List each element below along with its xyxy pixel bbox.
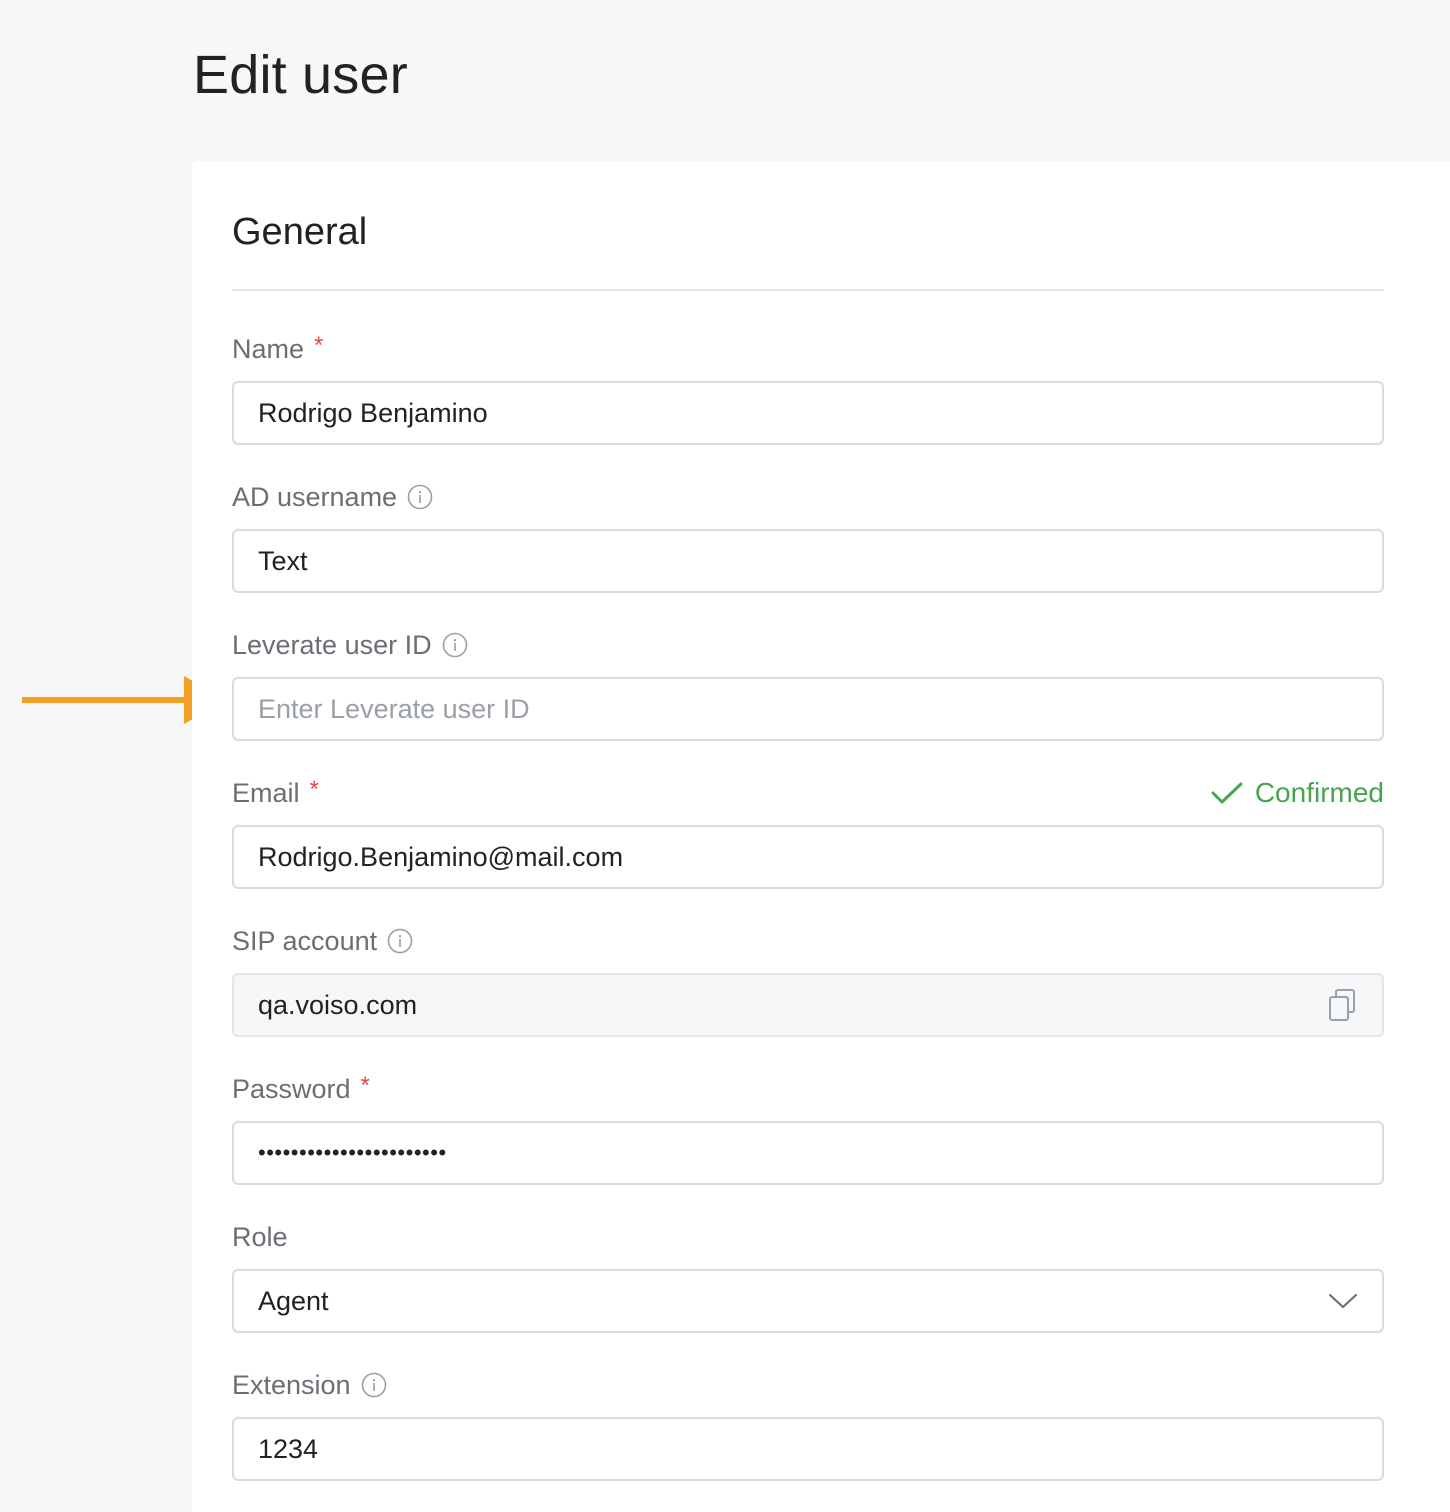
ad-username-label-row: AD username (232, 477, 1384, 517)
role-label-row: Role (232, 1217, 1384, 1257)
extension-field-group: Extension 1234 (232, 1365, 1384, 1481)
leverate-id-label-row: Leverate user ID (232, 625, 1384, 665)
sip-account-label: SIP account (232, 925, 378, 956)
password-input[interactable]: ••••••••••••••••••••••• (232, 1121, 1384, 1185)
name-field-group: Name * Rodrigo Benjamino (232, 329, 1384, 445)
section-title: General (232, 211, 368, 253)
ad-username-input[interactable]: Text (232, 529, 1384, 593)
required-marker: * (360, 1072, 370, 1099)
email-label: Email (232, 777, 300, 808)
leverate-id-label: Leverate user ID (232, 629, 432, 660)
info-icon[interactable] (407, 484, 433, 510)
general-card: General Name * Rodrigo Benjamino AD user… (192, 161, 1450, 1512)
extension-label: Extension (232, 1369, 351, 1400)
email-field-group: Email * Confirmed Rodrigo.Benjamino@mail… (232, 773, 1384, 889)
sip-account-label-row: SIP account (232, 921, 1384, 961)
info-icon[interactable] (442, 632, 468, 658)
leverate-id-field-group: Leverate user ID Enter Leverate user ID (232, 625, 1384, 741)
chevron-down-icon (1328, 1293, 1358, 1309)
extension-input-value: 1234 (258, 1433, 319, 1464)
extension-input[interactable]: 1234 (232, 1417, 1384, 1481)
password-label-row: Password * (232, 1069, 1384, 1109)
leverate-id-input[interactable]: Enter Leverate user ID (232, 677, 1384, 741)
role-selected-value: Agent (258, 1285, 329, 1316)
page-title: Edit user (193, 45, 408, 105)
check-icon (1211, 782, 1243, 804)
copy-icon (1329, 989, 1355, 1021)
name-label: Name (232, 333, 305, 364)
sip-account-value: qa.voiso.com (258, 989, 418, 1020)
leverate-id-placeholder: Enter Leverate user ID (258, 693, 530, 724)
role-label: Role (232, 1221, 288, 1252)
name-input[interactable]: Rodrigo Benjamino (232, 381, 1384, 445)
extension-label-row: Extension (232, 1365, 1384, 1405)
email-label-row: Email * Confirmed (232, 773, 1384, 813)
password-label: Password (232, 1073, 351, 1104)
sip-account-field-group: SIP account qa.voiso.com (232, 921, 1384, 1037)
email-status-text: Confirmed (1254, 777, 1384, 808)
required-marker: * (309, 776, 319, 803)
copy-button[interactable] (1328, 988, 1358, 1022)
info-icon[interactable] (387, 928, 413, 954)
email-input[interactable]: Rodrigo.Benjamino@mail.com (232, 825, 1384, 889)
password-masked-value: ••••••••••••••••••••••• (258, 1140, 447, 1165)
name-label-row: Name * (232, 329, 1384, 369)
password-field-group: Password * ••••••••••••••••••••••• (232, 1069, 1384, 1185)
role-dropdown-toggle[interactable] (1328, 1292, 1358, 1310)
role-select[interactable]: Agent (232, 1269, 1384, 1333)
required-marker: * (314, 332, 324, 359)
email-input-value: Rodrigo.Benjamino@mail.com (258, 841, 624, 872)
ad-username-field-group: AD username Text (232, 477, 1384, 593)
role-field-group: Role Agent (232, 1217, 1384, 1333)
ad-username-label: AD username (232, 481, 398, 512)
page: Edit user General Name * Rodrigo Benjami… (0, 0, 1450, 1512)
email-confirmed-status: Confirmed (1211, 777, 1384, 809)
divider (232, 289, 1384, 291)
sip-account-input: qa.voiso.com (232, 973, 1384, 1037)
ad-username-input-value: Text (258, 545, 308, 576)
name-input-value: Rodrigo Benjamino (258, 397, 488, 428)
info-icon[interactable] (361, 1372, 387, 1398)
